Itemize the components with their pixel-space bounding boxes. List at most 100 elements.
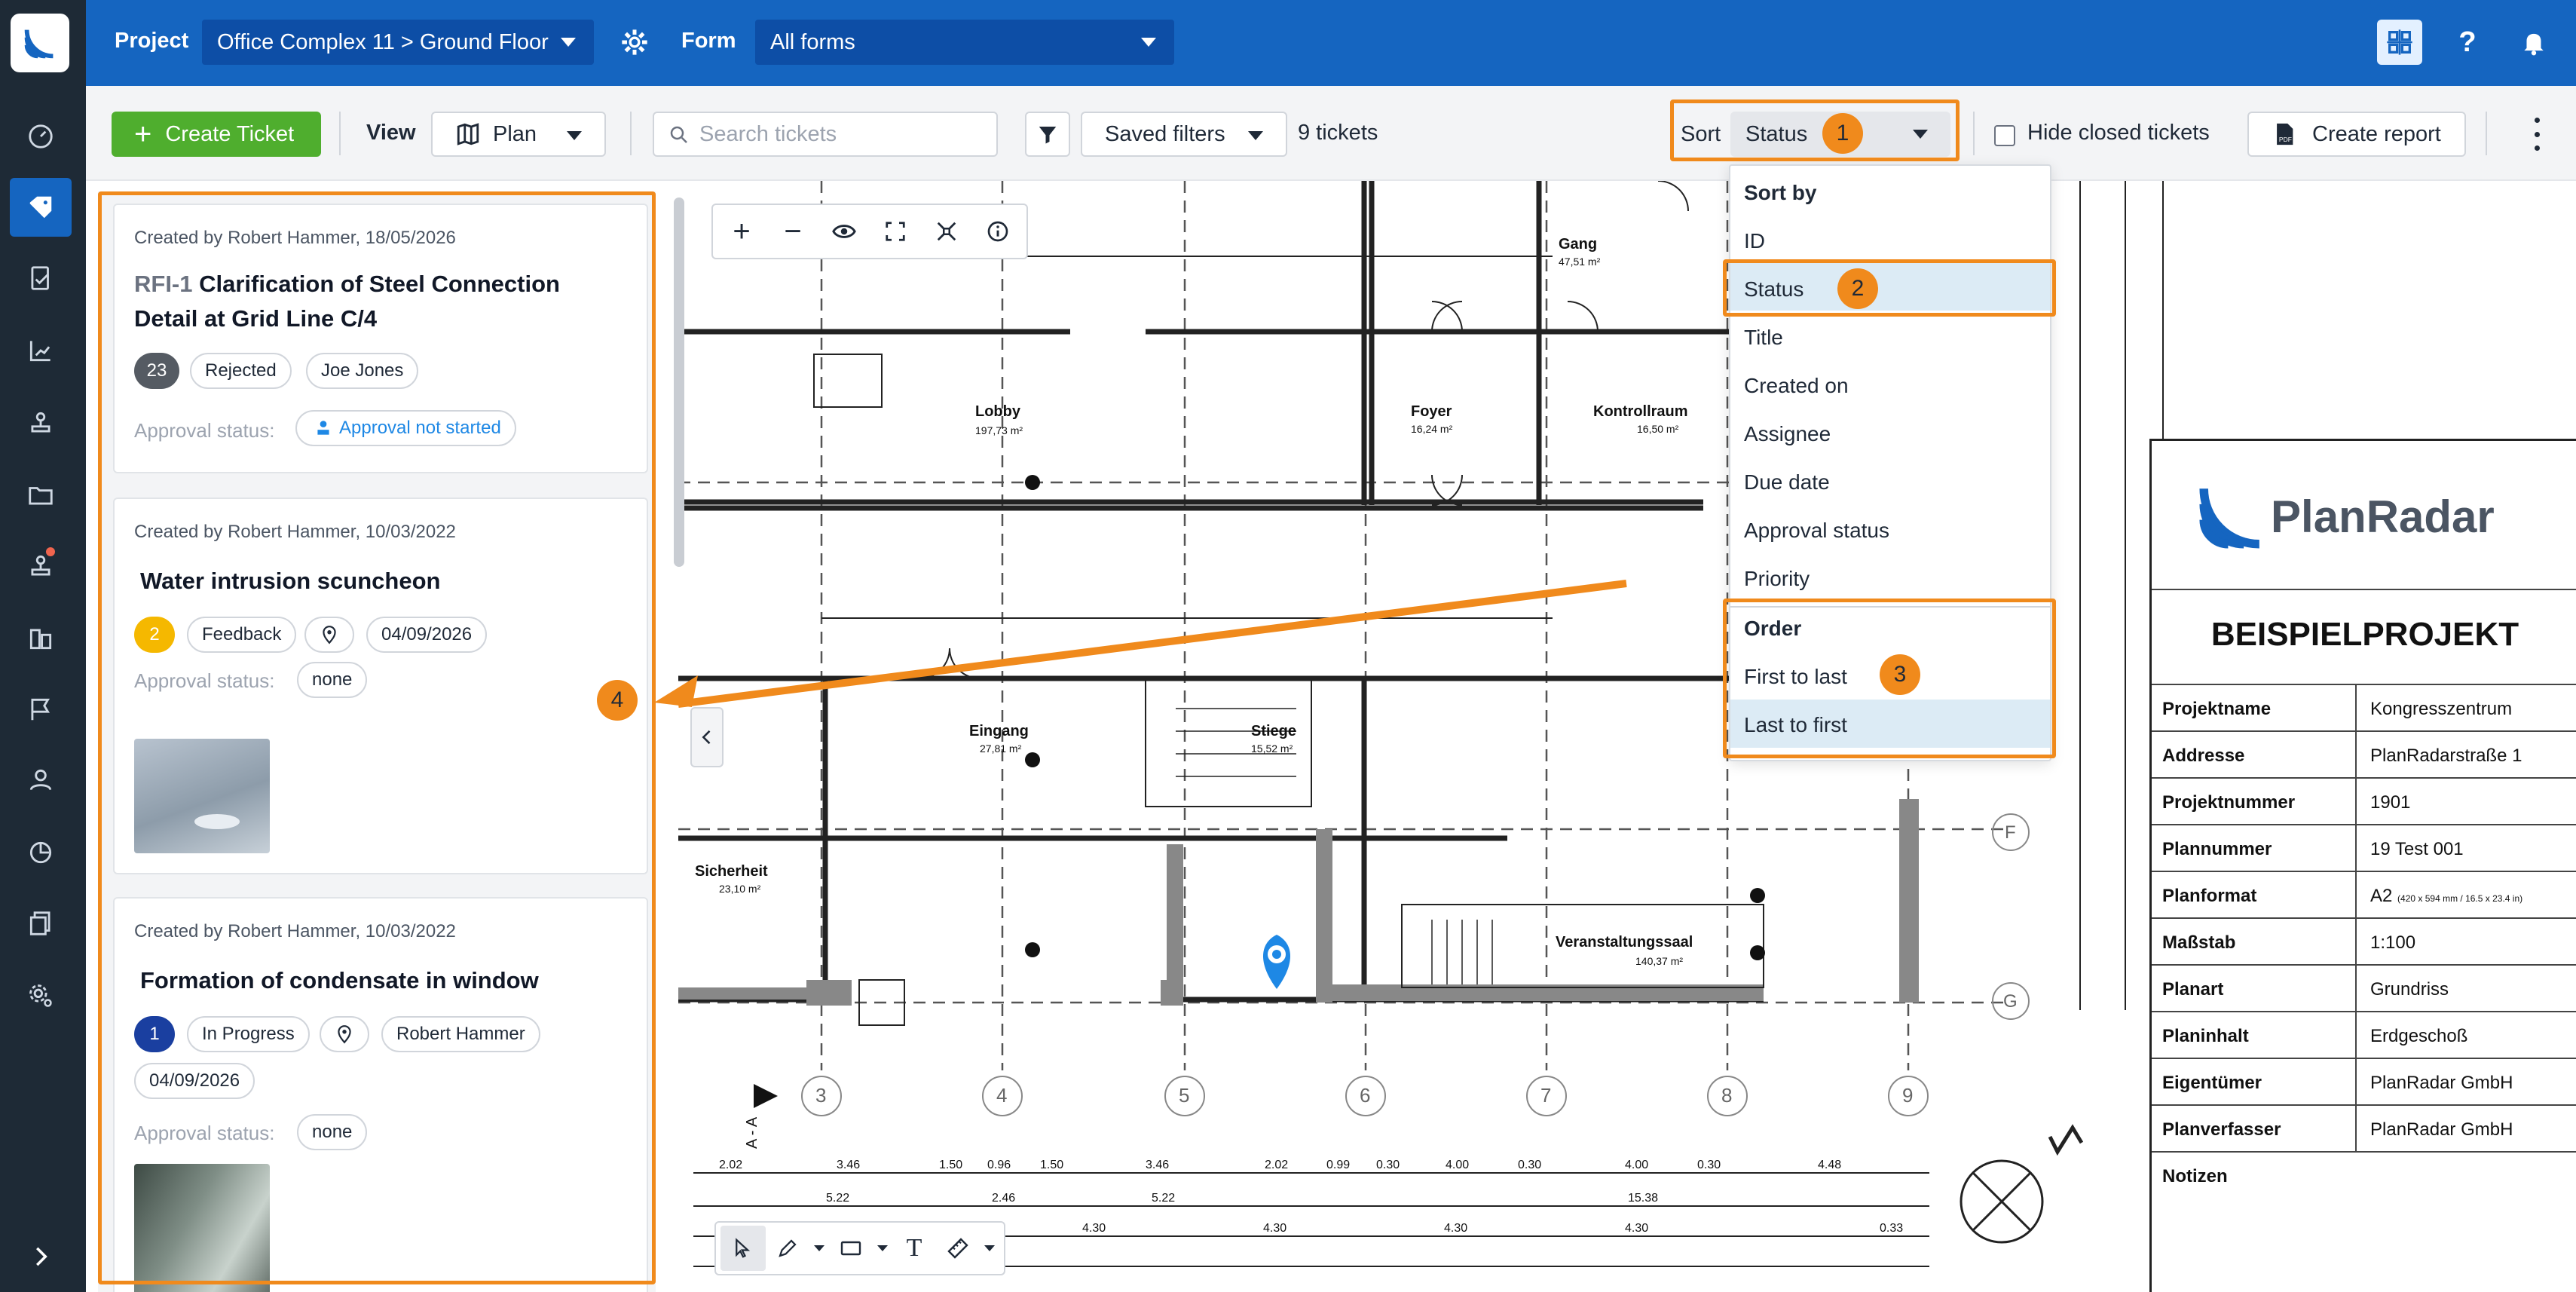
svg-text:7: 7 (1540, 1084, 1551, 1107)
dashboard-icon[interactable] (10, 107, 72, 166)
sort-option-created-on[interactable]: Created on (1744, 374, 1849, 398)
svg-text:27,81 m²: 27,81 m² (980, 742, 1022, 755)
ticket-toolbar: + Create Ticket View Plan Search tickets… (86, 86, 2576, 181)
reports-icon[interactable] (10, 823, 72, 882)
pdf-icon: PDF (2277, 123, 2293, 145)
stamp-icon[interactable] (10, 393, 72, 452)
gear-icon[interactable] (612, 20, 657, 65)
create-report-button[interactable]: PDF Create report (2247, 112, 2466, 157)
svg-text:Gang: Gang (1559, 236, 1597, 253)
title-block-row: Eigentümer PlanRadar GmbH (2152, 1058, 2576, 1106)
chevron-down-icon[interactable] (980, 1223, 999, 1274)
create-ticket-button[interactable]: + Create Ticket (112, 112, 321, 157)
svg-text:140,37 m²: 140,37 m² (1635, 955, 1683, 967)
buildings-icon[interactable] (10, 609, 72, 668)
search-input[interactable]: Search tickets (653, 112, 998, 157)
svg-text:8: 8 (1721, 1084, 1732, 1107)
title-block-row: Projektnummer 1901 (2152, 777, 2576, 825)
bell-icon[interactable] (2511, 20, 2556, 65)
approvals-icon[interactable] (10, 537, 72, 595)
sort-option-title[interactable]: Title (1744, 326, 1783, 350)
measure-ruler-icon[interactable] (936, 1223, 980, 1274)
plus-icon: + (134, 118, 152, 151)
svg-text:4.30: 4.30 (1444, 1222, 1467, 1235)
flag-icon[interactable] (10, 680, 72, 739)
text-icon[interactable]: T (892, 1223, 936, 1274)
divider (1973, 112, 1975, 155)
chevron-down-icon[interactable] (873, 1223, 892, 1274)
search-placeholder: Search tickets (699, 121, 837, 146)
chevron-down-icon (1248, 131, 1263, 140)
form-select[interactable]: All forms (755, 20, 1174, 65)
svg-text:4.00: 4.00 (1446, 1159, 1469, 1171)
filter-icon (1039, 127, 1057, 144)
rectangle-icon[interactable] (829, 1223, 873, 1274)
svg-text:47,51 m²: 47,51 m² (1559, 256, 1601, 268)
notification-dot (46, 547, 55, 556)
title-block-row: Planverfasser PlanRadar GmbH (2152, 1104, 2576, 1153)
visibility-eye-icon[interactable] (818, 206, 870, 257)
folder-icon[interactable] (10, 466, 72, 525)
settings-icon[interactable] (10, 966, 72, 1025)
hide-closed-checkbox[interactable] (1994, 125, 2015, 146)
fit-to-screen-icon[interactable] (921, 206, 972, 257)
hide-closed-label: Hide closed tickets (2027, 121, 2210, 145)
svg-text:0.30: 0.30 (1697, 1159, 1721, 1171)
documents-icon[interactable] (10, 894, 72, 953)
sort-option-approval-status[interactable]: Approval status (1744, 519, 1889, 543)
view-select[interactable]: Plan (431, 112, 606, 157)
create-report-label: Create report (2312, 121, 2441, 146)
svg-text:Eingang: Eingang (969, 723, 1029, 739)
apps-icon[interactable] (2377, 20, 2422, 65)
zoom-in-icon[interactable]: + (716, 206, 767, 257)
project-select[interactable]: Office Complex 11 > Ground Floor (202, 20, 594, 65)
chevron-down-icon (561, 38, 576, 47)
svg-text:Sicherheit: Sicherheit (695, 863, 768, 880)
svg-text:6: 6 (1360, 1084, 1370, 1107)
svg-text:0.99: 0.99 (1326, 1159, 1350, 1171)
saved-filters-select[interactable]: Saved filters (1081, 112, 1287, 157)
select-cursor-icon[interactable] (720, 1226, 766, 1271)
chevron-left-icon (702, 730, 711, 745)
sort-option-due-date[interactable]: Due date (1744, 470, 1830, 494)
svg-text:16,24 m²: 16,24 m² (1411, 423, 1453, 435)
view-select-value: Plan (493, 121, 537, 146)
annotation-badge-1: 1 (1822, 113, 1863, 154)
svg-text:4.30: 4.30 (1625, 1222, 1648, 1235)
planradar-brand: PlanRadar (2197, 482, 2495, 551)
view-label: View (366, 121, 416, 145)
info-icon[interactable] (972, 206, 1023, 257)
expand-sidebar-icon[interactable] (10, 1227, 72, 1286)
divider (339, 112, 341, 155)
sort-option-id[interactable]: ID (1744, 229, 1765, 253)
fullscreen-icon[interactable] (870, 206, 921, 257)
annotation-box-status (1723, 259, 2056, 317)
forms-icon[interactable] (10, 249, 72, 308)
svg-text:G: G (2003, 991, 2018, 1012)
title-block-row: Notizen (2152, 1151, 2576, 1198)
planradar-logo[interactable] (11, 14, 69, 72)
list-scrollbar[interactable] (674, 197, 684, 567)
divider (630, 112, 632, 155)
arrow-head-icon (654, 675, 698, 707)
sort-by-header: Sort by (1744, 181, 1817, 204)
statistics-icon[interactable] (10, 321, 72, 380)
title-block-row: Maßstab 1:100 (2152, 917, 2576, 966)
pen-icon[interactable] (766, 1223, 809, 1274)
project-title: BEISPIELPROJEKT (2210, 616, 2519, 653)
title-block-row: Planart Grundriss (2152, 964, 2576, 1012)
form-select-value: All forms (770, 29, 855, 54)
annotation-badge-4: 4 (597, 680, 638, 721)
plan-title-block: PlanRadar BEISPIELPROJEKT Projektname Kon… (2149, 439, 2576, 1292)
svg-text:A - A: A - A (744, 1116, 760, 1149)
zoom-out-icon[interactable]: − (767, 206, 818, 257)
user-icon[interactable] (10, 751, 72, 810)
plan-view-toolbar: + − (711, 204, 1028, 259)
tickets-icon[interactable] (10, 178, 72, 237)
more-options-icon[interactable] (2522, 118, 2552, 151)
help-icon[interactable]: ? (2445, 20, 2490, 65)
filter-button[interactable] (1025, 112, 1070, 157)
chevron-down-icon[interactable] (809, 1223, 829, 1274)
sort-option-assignee[interactable]: Assignee (1744, 422, 1831, 446)
sort-option-priority[interactable]: Priority (1744, 567, 1810, 591)
